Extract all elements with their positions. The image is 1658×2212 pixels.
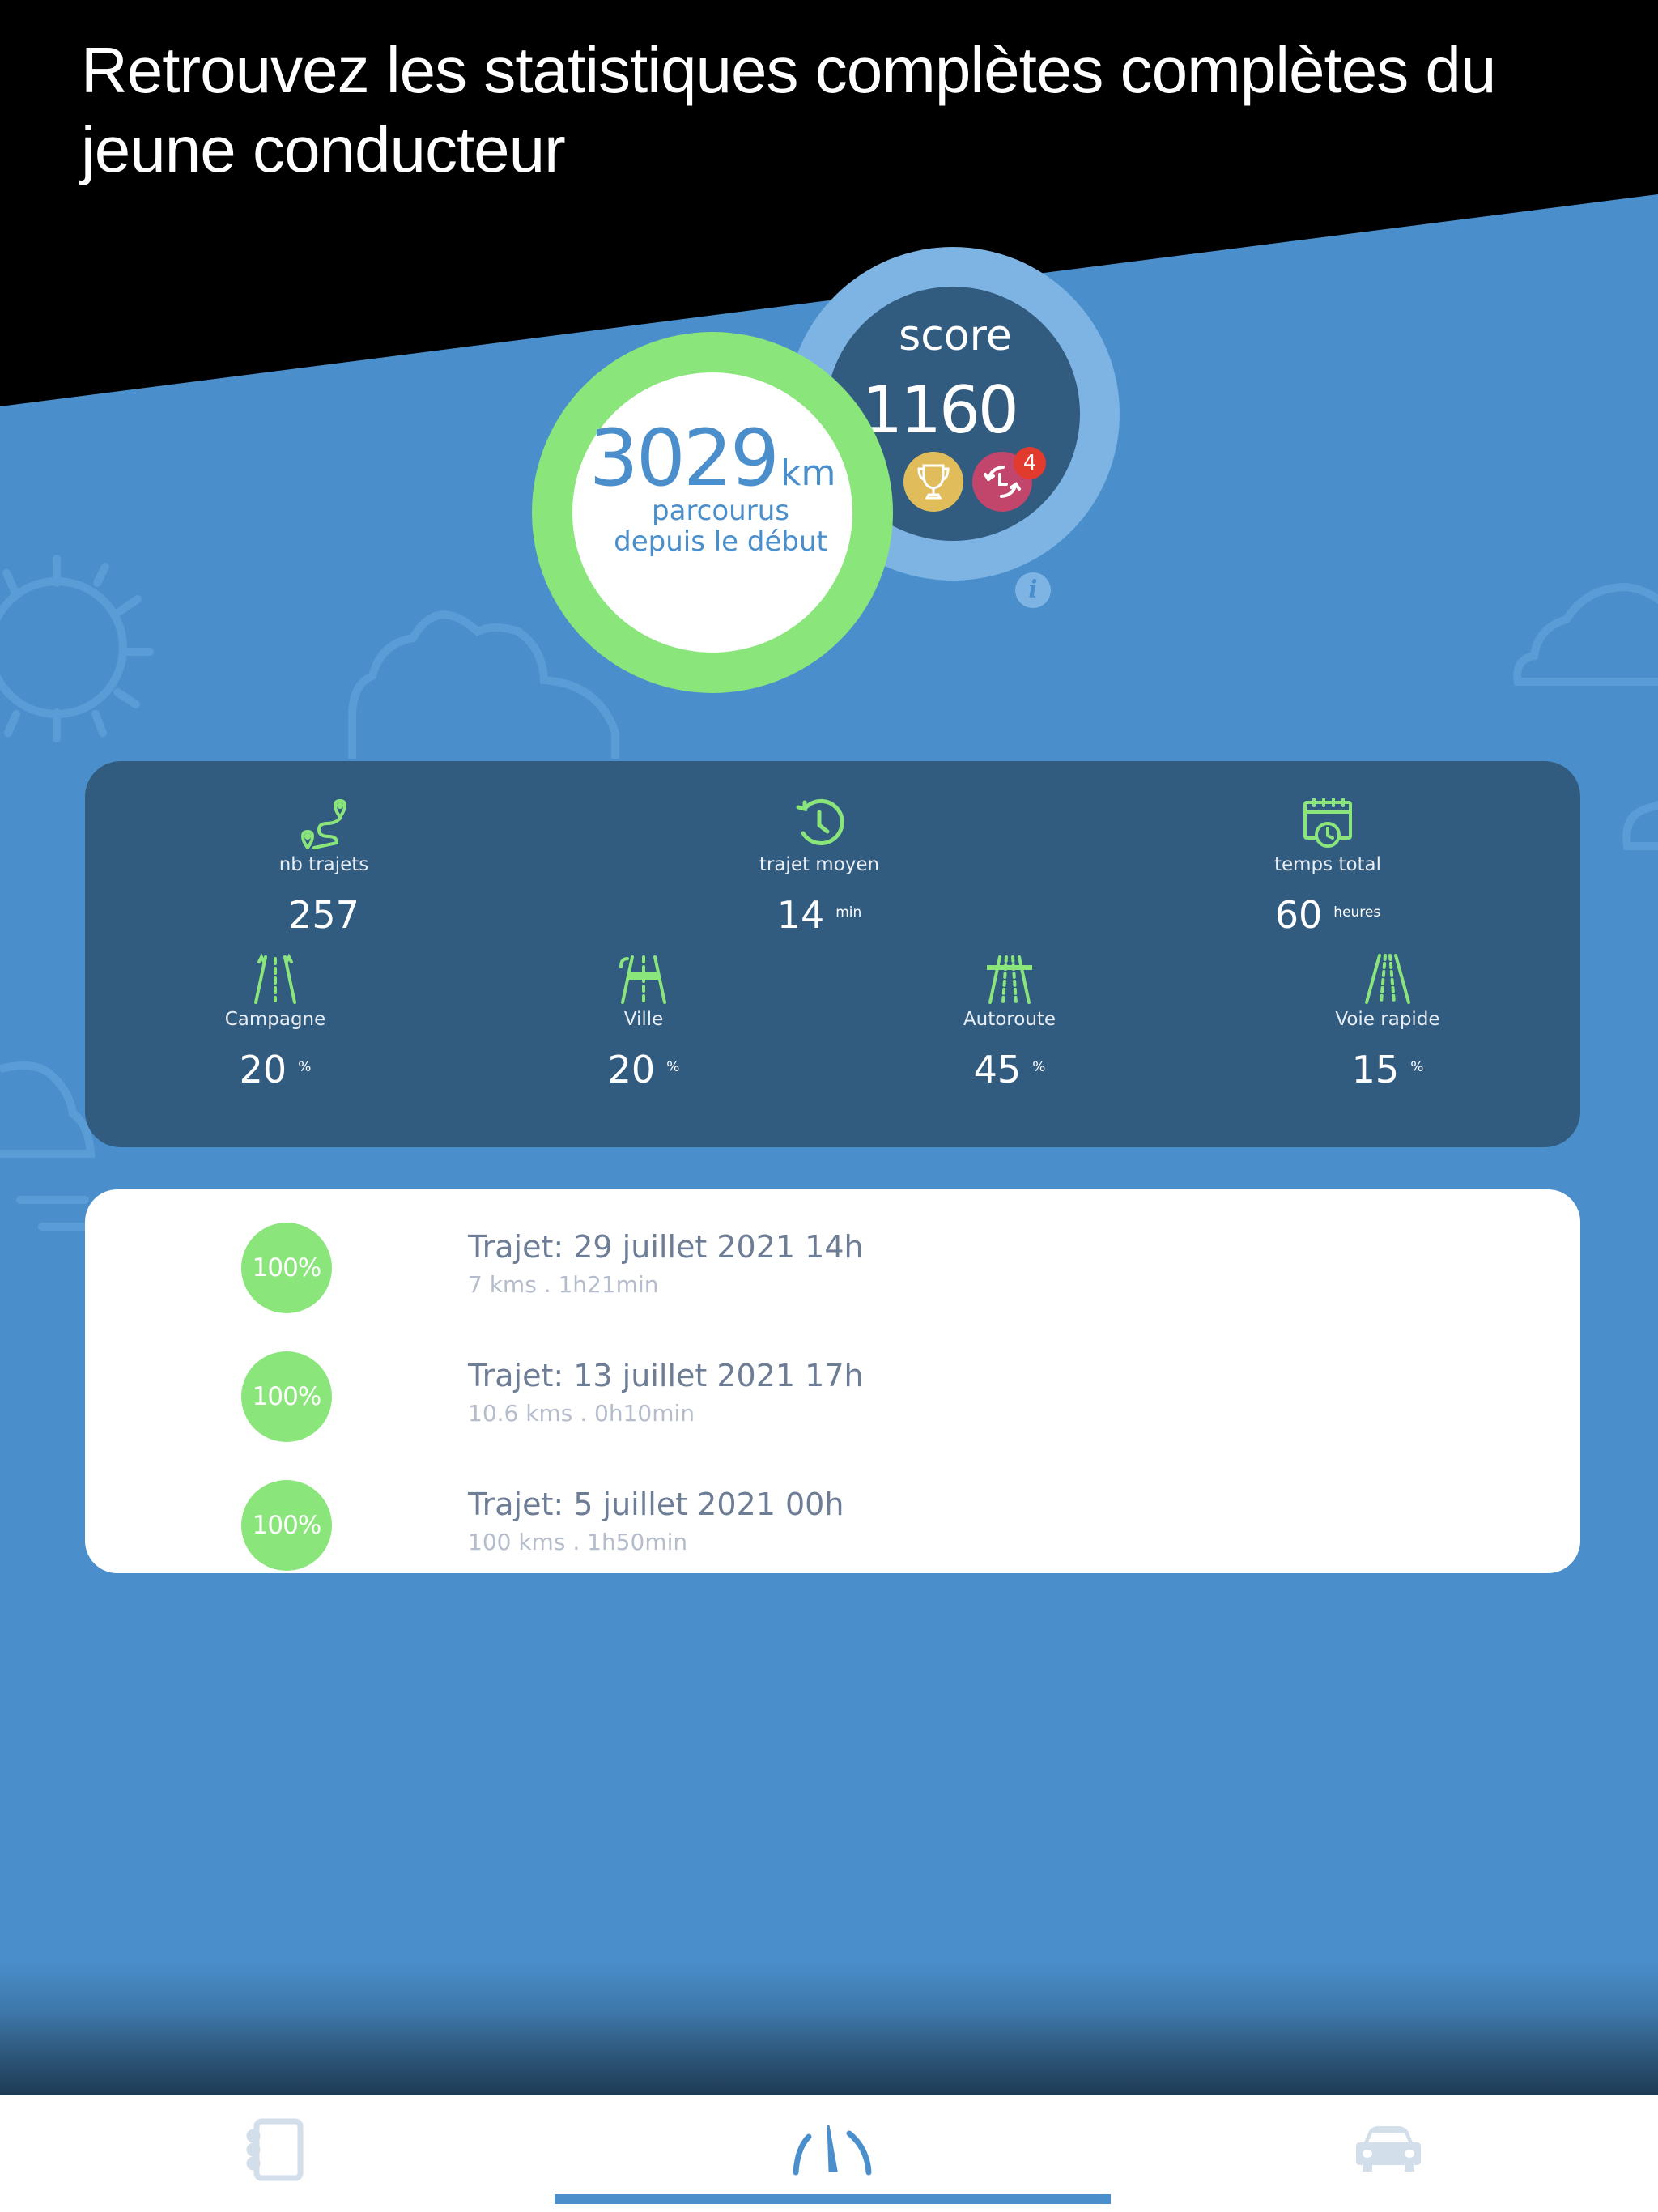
car-icon bbox=[1356, 2126, 1421, 2172]
trip-list-item[interactable]: 100% Trajet: 13 juillet 2021 17h 10.6 km… bbox=[85, 1334, 1580, 1447]
stat-label: temps total bbox=[1273, 854, 1382, 875]
country-road-icon bbox=[254, 954, 296, 1004]
stat-campagne: Campagne 20% bbox=[154, 952, 397, 1091]
stat-autoroute: Autoroute 45% bbox=[888, 952, 1131, 1091]
stat-unit: % bbox=[1410, 1059, 1424, 1075]
stat-value: 14 bbox=[776, 893, 825, 937]
stat-label: Voie rapide bbox=[1335, 1009, 1440, 1030]
stat-label: Autoroute bbox=[963, 1009, 1056, 1030]
calendar-clock-icon bbox=[1303, 798, 1352, 848]
distance-label-line2: depuis le début bbox=[614, 525, 827, 558]
trip-score-badge: 100% bbox=[241, 1480, 332, 1571]
banner-title: Retrouvez les statistiques complètes com… bbox=[81, 34, 1496, 185]
notebook-icon bbox=[246, 2118, 304, 2181]
route-pin-icon bbox=[300, 799, 347, 849]
stat-unit: % bbox=[666, 1059, 680, 1075]
score-label: score bbox=[899, 312, 1012, 360]
trip-details: 100 kms . 1h50min bbox=[468, 1529, 688, 1555]
trip-title: Trajet: 29 juillet 2021 14h bbox=[468, 1229, 864, 1265]
trophy-button[interactable] bbox=[903, 452, 963, 512]
trophy-icon bbox=[917, 464, 950, 500]
stat-value: 15 bbox=[1351, 1048, 1400, 1091]
notification-badge: 4 bbox=[1014, 447, 1046, 479]
stat-value: 20 bbox=[607, 1048, 656, 1091]
stat-label: nb trajets bbox=[278, 854, 369, 875]
expressway-icon bbox=[1365, 954, 1410, 1004]
distance-unit: km bbox=[780, 453, 836, 494]
stat-unit: % bbox=[298, 1059, 312, 1075]
distance-number: 3029 bbox=[589, 413, 780, 504]
stat-unit: % bbox=[1032, 1059, 1046, 1075]
stat-label: trajet moyen bbox=[759, 854, 880, 875]
stat-value: 257 bbox=[288, 893, 359, 937]
highway-icon bbox=[987, 955, 1032, 1004]
trip-details: 10.6 kms . 0h10min bbox=[468, 1400, 695, 1427]
stat-unit: min bbox=[835, 904, 862, 921]
distance-value: 3029km bbox=[567, 413, 858, 504]
score-value: 1160 bbox=[861, 372, 1019, 448]
trip-title: Trajet: 5 juillet 2021 00h bbox=[468, 1487, 844, 1522]
history-clock-icon bbox=[796, 798, 844, 845]
active-tab-indicator bbox=[555, 2194, 1111, 2204]
distance-label: parcourus depuis le début bbox=[567, 496, 874, 557]
trip-score-badge: 100% bbox=[241, 1223, 332, 1313]
stat-value: 45 bbox=[973, 1048, 1022, 1091]
trip-score-badge: 100% bbox=[241, 1351, 332, 1442]
distance-label-line1: parcourus bbox=[652, 495, 789, 527]
trip-title: Trajet: 13 juillet 2021 17h bbox=[468, 1358, 864, 1393]
stat-label: Ville bbox=[623, 1009, 664, 1030]
tab-notebook[interactable] bbox=[235, 2113, 316, 2186]
tab-car[interactable] bbox=[1348, 2113, 1429, 2186]
stat-value: 60 bbox=[1274, 893, 1323, 937]
info-icon[interactable]: i bbox=[1015, 572, 1051, 608]
stat-ville: Ville 20% bbox=[522, 952, 765, 1091]
stat-nb-trajets: nb trajets 257 bbox=[202, 798, 445, 937]
trips-list: 100% Trajet: 29 juillet 2021 14h 7 kms .… bbox=[85, 1189, 1580, 1573]
stat-label: Campagne bbox=[224, 1009, 326, 1030]
dashboard-gauge-icon bbox=[793, 2125, 872, 2176]
trip-details: 7 kms . 1h21min bbox=[468, 1271, 659, 1298]
stat-voie-rapide: Voie rapide 15% bbox=[1266, 952, 1509, 1091]
stat-temps-total: temps total 60 heures bbox=[1206, 798, 1449, 937]
stat-value: 20 bbox=[239, 1048, 287, 1091]
bottom-gradient bbox=[0, 1959, 1658, 2095]
city-road-icon bbox=[619, 955, 666, 1004]
trip-list-item[interactable]: 100% Trajet: 5 juillet 2021 00h 100 kms … bbox=[85, 1462, 1580, 1576]
stat-unit: heures bbox=[1333, 904, 1381, 921]
tab-dashboard[interactable] bbox=[791, 2113, 872, 2186]
stat-trajet-moyen: trajet moyen 14 min bbox=[698, 798, 941, 937]
trip-list-item[interactable]: 100% Trajet: 29 juillet 2021 14h 7 kms .… bbox=[85, 1205, 1580, 1318]
